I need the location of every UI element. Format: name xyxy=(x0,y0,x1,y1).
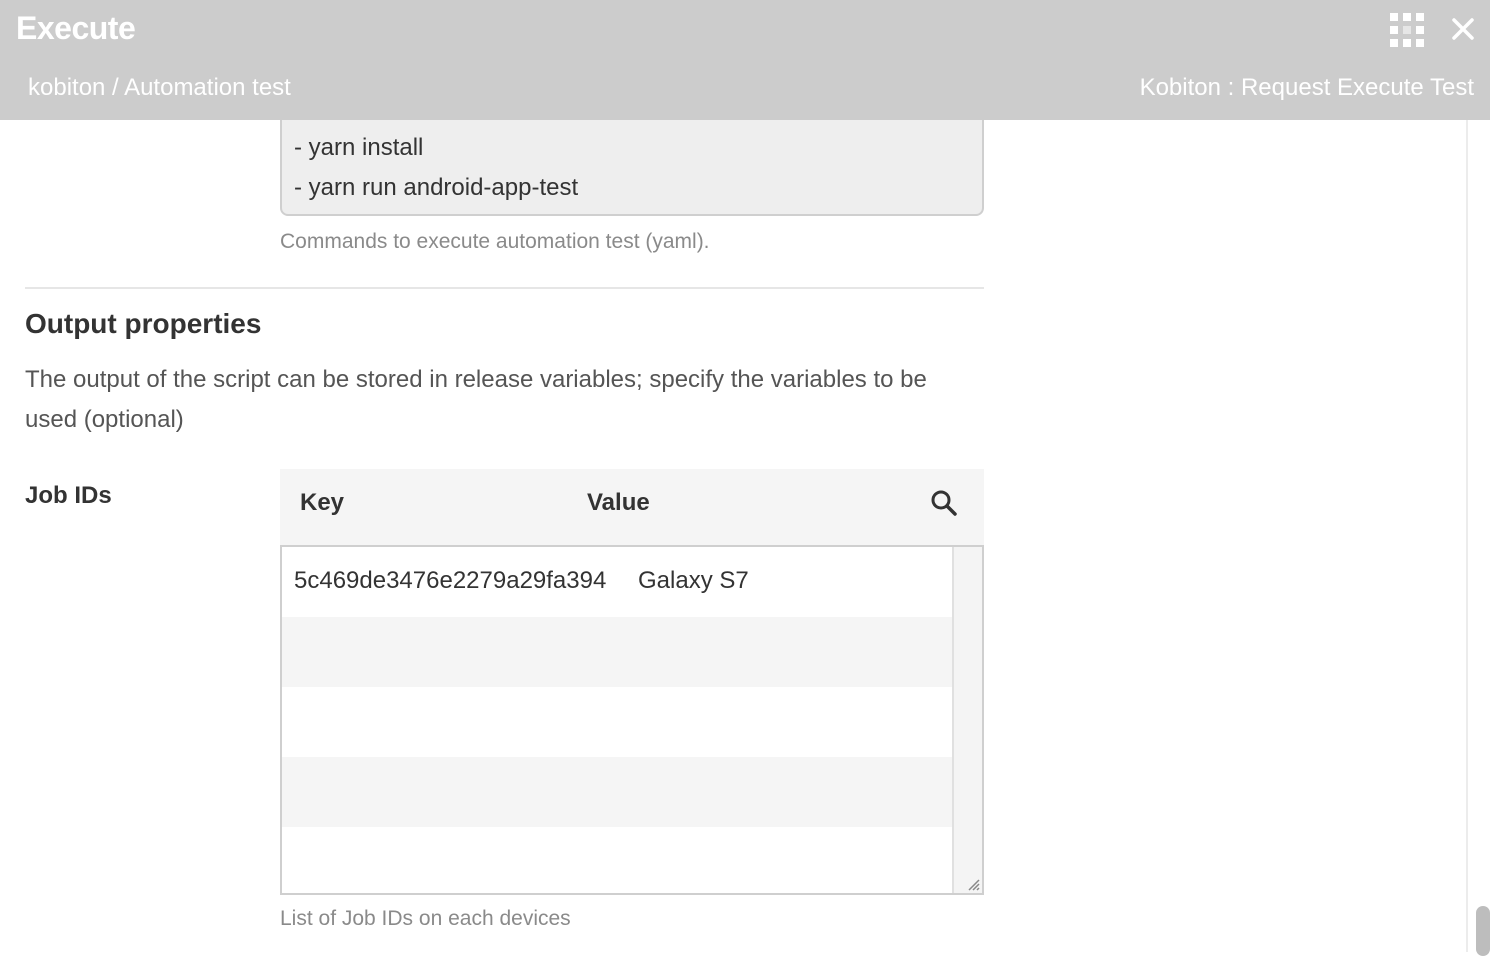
script-line-hidden xyxy=(294,120,970,128)
table-row xyxy=(282,687,953,757)
table-row[interactable]: 5c469de3476e2279a29fa394 Galaxy S7 xyxy=(282,547,953,617)
task-type-label: Kobiton : Request Execute Test xyxy=(1139,74,1474,101)
job-id-value: Galaxy S7 xyxy=(638,567,749,594)
job-ids-label: Job IDs xyxy=(25,482,112,509)
dialog-title: Execute xyxy=(16,10,136,46)
output-properties-description: The output of the script can be stored i… xyxy=(25,366,927,433)
script-line: - yarn install xyxy=(294,134,424,161)
resize-handle-icon[interactable] xyxy=(966,877,980,891)
job-ids-table[interactable]: 5c469de3476e2279a29fa394 Galaxy S7 xyxy=(280,545,984,895)
script-help-text: Commands to execute automation test (yam… xyxy=(280,230,710,253)
close-icon[interactable] xyxy=(1450,16,1476,42)
section-divider xyxy=(25,287,984,289)
script-textarea[interactable]: - yarn install - yarn run android-app-te… xyxy=(280,120,984,216)
page-scrollbar[interactable] xyxy=(1466,120,1490,956)
grid-icon[interactable] xyxy=(1388,11,1426,49)
table-row xyxy=(282,757,953,827)
value-column-header: Value xyxy=(587,489,650,516)
output-properties-title: Output properties xyxy=(25,308,262,339)
search-icon[interactable] xyxy=(930,489,958,517)
job-ids-help-text: List of Job IDs on each devices xyxy=(280,907,571,930)
job-id-key: 5c469de3476e2279a29fa394 xyxy=(294,567,607,594)
table-row xyxy=(282,617,953,687)
dialog-header: Execute kobiton / Automation test Kobito… xyxy=(0,0,1490,120)
breadcrumb: kobiton / Automation test xyxy=(28,74,291,101)
key-column-header: Key xyxy=(300,489,345,516)
job-ids-table-header: Key Value xyxy=(280,469,984,545)
table-scrollbar[interactable] xyxy=(952,547,982,893)
table-row xyxy=(282,827,953,893)
script-line: - yarn run android-app-test xyxy=(294,174,579,201)
form-content: - yarn install - yarn run android-app-te… xyxy=(0,120,1466,952)
page-scrollbar-thumb[interactable] xyxy=(1476,906,1490,956)
